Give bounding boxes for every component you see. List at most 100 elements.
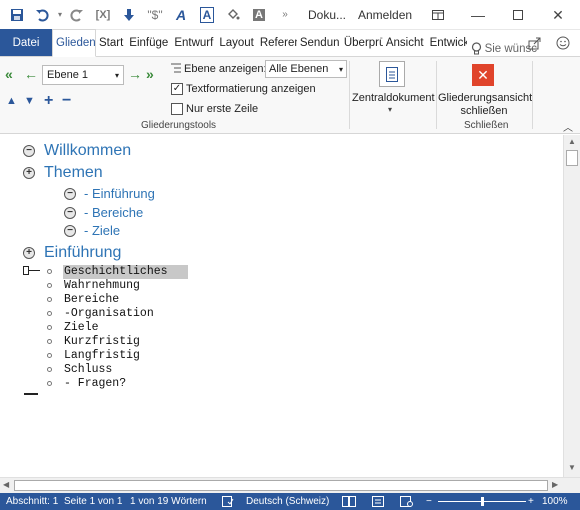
shaded-a-icon[interactable]: A [246, 2, 272, 28]
master-document-button[interactable]: Zentraldokument ▾ [352, 59, 435, 117]
tab-mailings[interactable]: Sendun [297, 29, 341, 56]
more-icon[interactable]: » [272, 2, 298, 28]
subheading-goals[interactable]: - Ziele [84, 223, 120, 238]
status-words[interactable]: 1 von 19 Wörtern [130, 496, 207, 507]
zoom-out-icon[interactable]: − [426, 496, 432, 507]
signin-link[interactable]: Anmelden [358, 8, 412, 22]
collapse-symbol-icon[interactable]: − [64, 188, 76, 200]
expand-symbol-icon[interactable]: + [23, 167, 35, 179]
collapse-symbol-icon[interactable]: − [64, 225, 76, 237]
demote-to-body-icon[interactable]: » [146, 66, 154, 82]
body-line[interactable]: Bereiche [64, 293, 119, 306]
outline-level-select[interactable]: Ebene 1 ▾ [42, 65, 124, 85]
scroll-down-icon[interactable]: ▼ [568, 463, 576, 472]
zoom-in-icon[interactable]: + [528, 496, 534, 507]
framed-a-icon[interactable]: A [194, 2, 220, 28]
show-level-select[interactable]: Alle Ebenen ▾ [265, 60, 347, 78]
close-icon[interactable]: ✕ [538, 0, 578, 30]
print-layout-icon[interactable] [372, 496, 384, 510]
body-line[interactable]: Schluss [64, 363, 112, 376]
tab-layout[interactable]: Layout [216, 29, 257, 56]
document-area[interactable]: − Willkommen + Themen − - Einführung − -… [0, 135, 563, 477]
text-formatting-checkbox[interactable]: ✓ [171, 83, 183, 95]
smiley-icon[interactable] [556, 36, 570, 53]
close-outline-view-button[interactable]: ✕ Gliederungsansicht schließen [438, 59, 532, 119]
zoom-slider-thumb[interactable] [481, 497, 484, 506]
master-document-icon [379, 61, 405, 87]
body-line[interactable]: Ziele [64, 321, 99, 334]
heading-topics[interactable]: Themen [44, 164, 103, 182]
body-text-bullet [47, 367, 52, 372]
expand-icon[interactable]: + [44, 92, 53, 110]
collapse-symbol-icon[interactable]: − [23, 145, 35, 157]
text-effect-icon[interactable]: A [168, 2, 194, 28]
body-line[interactable]: Geschichtliches [64, 265, 168, 278]
maximize-icon[interactable] [498, 0, 538, 30]
expand-symbol-icon[interactable]: + [23, 247, 35, 259]
tab-view[interactable]: Ansicht [383, 29, 427, 56]
scroll-up-icon[interactable]: ▲ [568, 137, 576, 146]
ribbon-display-options-icon[interactable] [418, 0, 458, 30]
scroll-thumb-horizontal[interactable] [14, 480, 548, 491]
body-text-bullet [47, 283, 52, 288]
web-layout-icon[interactable] [400, 496, 413, 510]
body-line[interactable]: Kurzfristig [64, 335, 140, 348]
down-arrow-icon[interactable] [116, 2, 142, 28]
collapse-ribbon-icon[interactable]: ︿ [563, 119, 573, 134]
tab-home[interactable]: Start [96, 29, 126, 56]
redo-icon[interactable] [64, 2, 90, 28]
zoom-slider[interactable] [438, 497, 526, 506]
body-line[interactable]: -Organisation [64, 307, 154, 320]
subheading-areas[interactable]: - Bereiche [84, 205, 143, 220]
body-line[interactable]: Langfristig [64, 349, 140, 362]
demote-icon[interactable]: → [128, 66, 142, 82]
move-up-icon[interactable]: ▲ [6, 95, 17, 107]
status-section[interactable]: Abschnitt: 1 [6, 496, 58, 507]
subheading-introduction[interactable]: - Einführung [84, 186, 155, 201]
body-text-bullet [47, 269, 52, 274]
body-text-bullet [47, 297, 52, 302]
scroll-left-icon[interactable]: ◀ [3, 480, 9, 489]
first-line-checkbox[interactable] [171, 103, 183, 115]
field-code-icon[interactable]: [X] [90, 2, 116, 28]
promote-to-heading1-icon[interactable]: « [5, 66, 13, 82]
proofing-icon[interactable] [222, 496, 234, 510]
minimize-icon[interactable]: — [458, 0, 498, 30]
tab-outline[interactable]: Glieden [52, 29, 96, 57]
heading-introduction[interactable]: Einführung [44, 244, 121, 262]
document-title: Doku... [308, 8, 347, 22]
scroll-right-icon[interactable]: ▶ [552, 480, 558, 489]
undo-icon[interactable] [30, 2, 56, 28]
chevron-down-icon: ▾ [114, 70, 119, 80]
collapse-symbol-icon[interactable]: − [64, 207, 76, 219]
paint-bucket-icon[interactable] [220, 2, 246, 28]
status-page[interactable]: Seite 1 von 1 [64, 496, 122, 507]
horizontal-scrollbar[interactable]: ◀ ▶ [0, 477, 580, 493]
group-close: Schließen [464, 120, 509, 131]
tab-insert[interactable]: Einfüge [126, 29, 171, 56]
tab-review[interactable]: Überprü [341, 29, 383, 56]
collapse-icon[interactable]: − [62, 92, 71, 110]
tab-developer[interactable]: Entwick [427, 29, 467, 56]
dropdown-icon[interactable]: ▾ [56, 2, 64, 28]
promote-icon[interactable]: ← [24, 66, 38, 82]
status-language[interactable]: Deutsch (Schweiz) [246, 496, 329, 507]
heading-welcome[interactable]: Willkommen [44, 142, 131, 160]
quick-access-toolbar: ▾ [X] "$" A A A » [0, 0, 298, 30]
body-line[interactable]: - Fragen? [64, 377, 126, 390]
scroll-thumb[interactable] [566, 150, 578, 166]
checkmark-icon: ✓ [172, 83, 182, 94]
zoom-level[interactable]: 100% [542, 496, 568, 507]
vertical-scrollbar[interactable]: ▲ ▼ [563, 135, 580, 477]
body-line[interactable]: Wahrnehmung [64, 279, 140, 292]
title-bar: ▾ [X] "$" A A A » Doku... Anmelden — ✕ [0, 0, 580, 30]
outline-level-value: Ebene 1 [47, 69, 88, 81]
tab-references[interactable]: Referen [257, 29, 297, 56]
tab-design[interactable]: Entwurf [171, 29, 216, 56]
read-mode-icon[interactable] [342, 496, 356, 510]
share-icon[interactable] [528, 36, 542, 53]
tab-file[interactable]: Datei [0, 29, 52, 56]
variable-icon[interactable]: "$" [142, 2, 168, 28]
save-icon[interactable] [4, 2, 30, 28]
move-down-icon[interactable]: ▼ [24, 95, 35, 107]
